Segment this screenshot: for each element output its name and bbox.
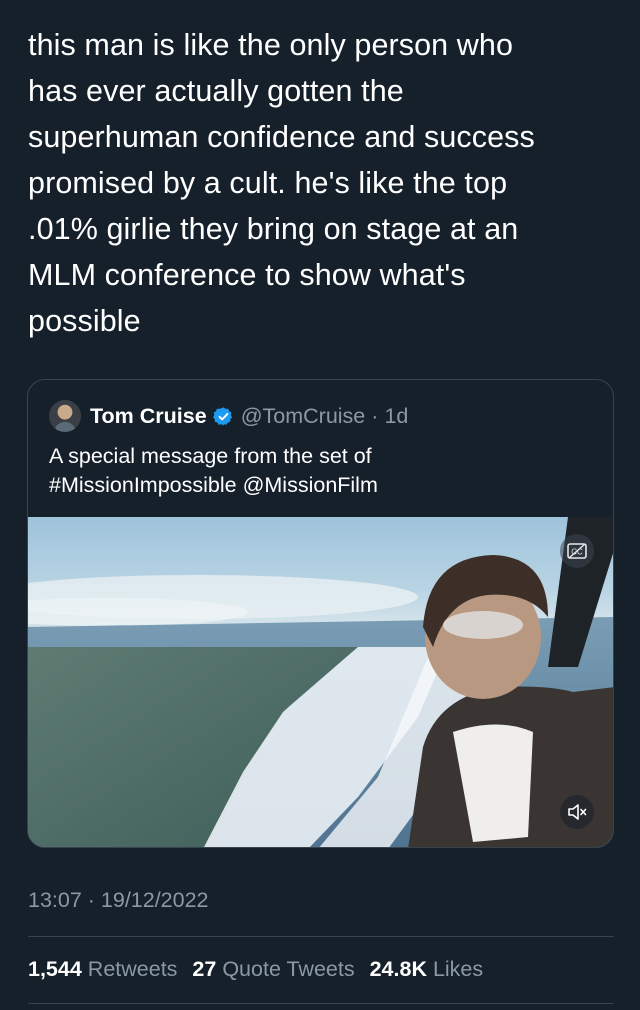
quoted-tweet-line: A special message from the set of: [49, 444, 372, 468]
quoted-tweet-time[interactable]: 1d: [384, 404, 408, 429]
tweet-text: this man is like the only person who has…: [28, 28, 535, 338]
quoted-tweet-line[interactable]: #MissionImpossible @MissionFilm: [49, 471, 599, 500]
mute-button[interactable]: [560, 795, 594, 829]
captions-icon: CC: [567, 543, 587, 559]
quoted-tweet-text: A special message from the set of #Missi…: [49, 442, 599, 500]
quote-tweets-label: Quote Tweets: [222, 957, 355, 981]
engagement-stats: 1,544 Retweets 27 Quote Tweets 24.8K Lik…: [28, 957, 483, 982]
likes-count: 24.8K: [369, 957, 427, 981]
retweets-label: Retweets: [87, 957, 178, 981]
quoted-author-handle[interactable]: @TomCruise: [241, 404, 366, 429]
quoted-tweet-card[interactable]: Tom Cruise @TomCruise · 1d A special mes…: [27, 379, 614, 848]
separator-dot: ·: [371, 403, 379, 428]
retweets-count: 1,544: [28, 957, 82, 981]
video-player[interactable]: CC: [28, 517, 613, 847]
quoted-tweet-header: Tom Cruise @TomCruise · 1d: [49, 399, 408, 433]
quote-tweets-count: 27: [192, 957, 217, 981]
quoted-author-name[interactable]: Tom Cruise: [90, 404, 207, 429]
verified-badge-icon: [212, 406, 232, 426]
tweet-detail: this man is like the only person who has…: [0, 0, 640, 1010]
divider: [28, 936, 614, 937]
retweets-stat[interactable]: 1,544 Retweets: [28, 957, 177, 982]
video-frame-illustration: [28, 517, 613, 847]
avatar[interactable]: [49, 400, 81, 432]
tweet-timestamp[interactable]: 13:07 · 19/12/2022: [28, 888, 209, 913]
divider: [28, 1003, 614, 1004]
muted-speaker-icon: [568, 804, 587, 820]
likes-label: Likes: [432, 957, 484, 981]
captions-button[interactable]: CC: [560, 534, 594, 568]
quote-tweets-stat[interactable]: 27 Quote Tweets: [192, 957, 354, 982]
likes-stat[interactable]: 24.8K Likes: [370, 957, 484, 982]
